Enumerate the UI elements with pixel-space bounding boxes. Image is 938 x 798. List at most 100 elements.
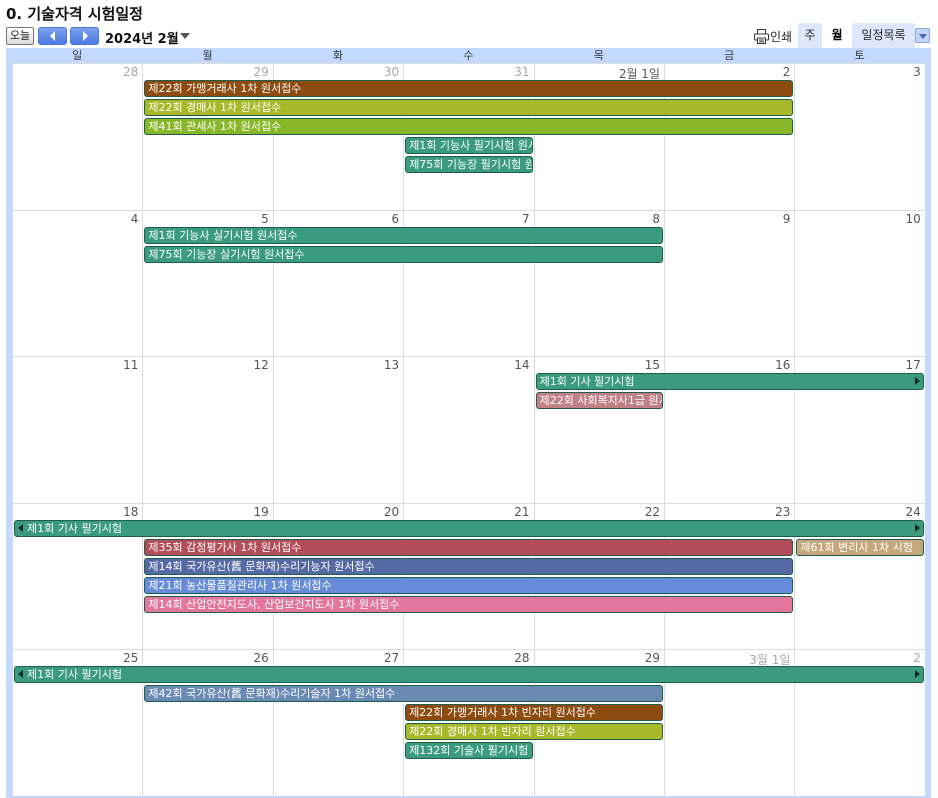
day-number[interactable]: 12 bbox=[254, 358, 269, 372]
tab-agenda[interactable]: 일정목록 bbox=[852, 23, 915, 48]
day-number[interactable]: 2 bbox=[913, 651, 921, 665]
printer-icon bbox=[754, 28, 769, 44]
day-number[interactable]: 6 bbox=[392, 212, 400, 226]
calendar-event[interactable]: 제42회 국가유산(舊 문화재)수리기술자 1차 원서접수 bbox=[144, 685, 663, 703]
weekday-header-cell: 수 bbox=[463, 49, 474, 62]
day-number[interactable]: 9 bbox=[783, 212, 791, 226]
calendar-event[interactable]: 제75회 기능장 필기시험 원서접수 bbox=[405, 156, 533, 173]
tab-month[interactable]: 월 bbox=[825, 23, 849, 48]
tab-week[interactable]: 주 bbox=[798, 23, 822, 48]
calendar-event[interactable]: 제22회 가맹거래사 1차 빈자리 원서접수 bbox=[405, 704, 663, 722]
calendar-event[interactable]: 제132회 기술사 필기시험 bbox=[405, 742, 533, 760]
day-number[interactable]: 5 bbox=[261, 212, 269, 226]
day-number[interactable]: 28 bbox=[514, 651, 529, 665]
calendar-event[interactable]: 제1회 기능사 필기시험 원서접수 bbox=[405, 137, 533, 154]
calendar-event[interactable]: 제35회 감정평가사 1차 원서접수 bbox=[144, 538, 794, 556]
day-number[interactable]: 24 bbox=[906, 505, 921, 519]
day-number[interactable]: 20 bbox=[384, 505, 399, 519]
day-cell[interactable]: 10 bbox=[794, 209, 925, 357]
calendar-event[interactable]: 제22회 사회복지사1급 원서접수 bbox=[535, 392, 663, 410]
event-title: 제1회 기능사 실기시험 원서접수 bbox=[148, 228, 298, 242]
event-title: 제14회 국가유산(舊 문화재)수리기능자 원서접수 bbox=[148, 559, 375, 573]
day-number[interactable]: 2 bbox=[783, 65, 791, 79]
day-number[interactable]: 11 bbox=[123, 358, 138, 372]
month-calendar: 일월화수목금토 28 29 30 31 2월 1일 2 3 제22회 가맹거래사 1차 원서접… bbox=[6, 48, 931, 798]
event-title: 제22회 가맹거래사 1차 원서접수 bbox=[148, 82, 302, 95]
chevron-right-icon bbox=[82, 31, 88, 41]
event-title: 제1회 기사 필기시험 bbox=[27, 668, 122, 682]
calendar-event[interactable]: 제14회 국가유산(舊 문화재)수리기능자 원서접수 bbox=[144, 557, 794, 575]
event-title: 제22회 경매사 1차 빈자리 원서접수 bbox=[409, 725, 576, 739]
print-label: 인쇄 bbox=[770, 29, 793, 44]
calendar-event[interactable]: 제1회 기사 필기시험 bbox=[535, 373, 924, 391]
calendar-event[interactable]: 제1회 기능사 실기시험 원서접수 bbox=[144, 226, 663, 244]
calendar-event[interactable]: 제1회 기사 필기시험 bbox=[14, 519, 924, 537]
day-number[interactable]: 27 bbox=[384, 651, 399, 665]
month-picker-dropdown-icon[interactable] bbox=[180, 33, 190, 39]
today-button[interactable]: 오늘 bbox=[6, 27, 34, 45]
event-title: 제14회 산업안전지도사, 산업보건지도사 1차 원서접수 bbox=[148, 597, 400, 611]
calendar-event[interactable]: 제41회 관세사 1차 원서접수 bbox=[144, 118, 794, 135]
event-title: 제75회 기능장 실기시험 원서접수 bbox=[148, 247, 305, 261]
day-number[interactable]: 4 bbox=[131, 212, 139, 226]
day-cell[interactable]: 14 bbox=[403, 356, 534, 503]
day-number[interactable]: 26 bbox=[254, 651, 269, 665]
day-number[interactable]: 30 bbox=[384, 65, 399, 79]
next-month-button[interactable] bbox=[70, 27, 99, 45]
event-title: 제22회 사회복지사1급 원서접수 bbox=[539, 394, 662, 408]
day-number[interactable]: 16 bbox=[775, 358, 790, 372]
day-number[interactable]: 14 bbox=[514, 358, 529, 372]
calendar-event[interactable]: 제22회 경매사 1차 원서접수 bbox=[144, 99, 794, 116]
calendar-event[interactable]: 제75회 기능장 실기시험 원서접수 bbox=[144, 245, 663, 263]
day-number[interactable]: 29 bbox=[254, 65, 269, 79]
day-number[interactable]: 13 bbox=[384, 358, 399, 372]
day-number[interactable]: 19 bbox=[254, 505, 269, 519]
day-cell[interactable]: 12 bbox=[142, 356, 273, 503]
day-cell[interactable]: 11 bbox=[12, 356, 143, 503]
day-cell[interactable]: 4 bbox=[12, 209, 143, 357]
continues-left-icon bbox=[18, 670, 23, 679]
calendar-event[interactable]: 제22회 경매사 1차 빈자리 원서접수 bbox=[405, 723, 663, 741]
event-title: 제35회 감정평가사 1차 원서접수 bbox=[148, 540, 302, 554]
day-number[interactable]: 23 bbox=[775, 505, 790, 519]
day-number[interactable]: 10 bbox=[906, 212, 921, 226]
day-number[interactable]: 3 bbox=[913, 65, 921, 79]
day-number[interactable]: 22 bbox=[645, 505, 660, 519]
event-title: 제1회 기사 필기시험 bbox=[539, 375, 635, 389]
day-number[interactable]: 18 bbox=[123, 505, 138, 519]
weekday-header: 일월화수목금토 bbox=[6, 48, 931, 63]
continues-right-icon bbox=[914, 670, 920, 679]
weekday-header-cell: 월 bbox=[202, 49, 213, 62]
event-title: 제21회 농산물품질관리사 1차 원서접수 bbox=[148, 578, 332, 592]
day-number[interactable]: 17 bbox=[906, 358, 921, 372]
calendar-event[interactable]: 제14회 산업안전지도사, 산업보건지도사 1차 원서접수 bbox=[144, 595, 794, 613]
calendar-event[interactable]: 제22회 가맹거래사 1차 원서접수 bbox=[144, 80, 794, 97]
day-number[interactable]: 8 bbox=[652, 212, 660, 226]
event-title: 제61회 변리사 1차 시험 bbox=[800, 540, 913, 554]
event-title: 제1회 기능사 필기시험 원서접수 bbox=[409, 139, 531, 152]
print-button[interactable]: 인쇄 bbox=[754, 26, 792, 46]
event-title: 제75회 기능장 필기시험 원서접수 bbox=[409, 158, 531, 171]
weekday-header-cell: 목 bbox=[593, 49, 604, 62]
day-cell[interactable]: 28 bbox=[12, 63, 143, 210]
prev-month-button[interactable] bbox=[38, 27, 67, 45]
day-number[interactable]: 21 bbox=[514, 505, 529, 519]
weekday-header-cell: 토 bbox=[854, 49, 865, 62]
event-title: 제22회 경매사 1차 원서접수 bbox=[148, 101, 282, 114]
calendar-title: 0. 기술자격 시험일정 bbox=[6, 5, 143, 23]
day-cell[interactable]: 13 bbox=[272, 356, 404, 503]
day-cell[interactable]: 9 bbox=[664, 209, 795, 357]
event-title: 제42회 국가유산(舊 문화재)수리기술자 1차 원서접수 bbox=[148, 687, 396, 701]
calendar-event[interactable]: 제61회 변리사 1차 시험 bbox=[796, 538, 924, 556]
day-number[interactable]: 29 bbox=[645, 651, 660, 665]
calendar-event[interactable]: 제21회 농산물품질관리사 1차 원서접수 bbox=[144, 576, 794, 594]
view-options-dropdown-icon[interactable] bbox=[915, 28, 930, 43]
day-cell[interactable]: 3 bbox=[794, 63, 925, 210]
calendar-event[interactable]: 제1회 기사 필기시험 bbox=[14, 666, 924, 684]
day-number[interactable]: 31 bbox=[514, 65, 529, 79]
day-number[interactable]: 25 bbox=[123, 651, 138, 665]
day-number[interactable]: 15 bbox=[645, 358, 660, 372]
day-number[interactable]: 7 bbox=[522, 212, 530, 226]
continues-right-icon bbox=[914, 377, 920, 386]
day-number[interactable]: 28 bbox=[123, 65, 138, 79]
